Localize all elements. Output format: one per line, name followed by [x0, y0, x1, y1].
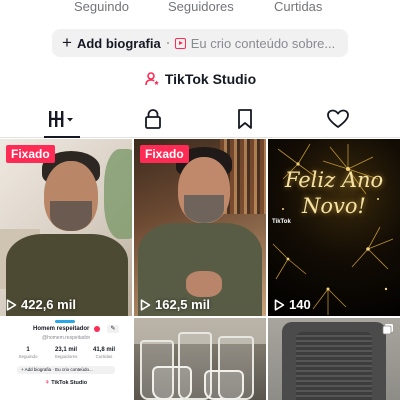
mini-bio-add: Add biografia: [24, 367, 52, 372]
add-bio-label: Add biografia: [76, 35, 161, 51]
tiktok-watermark: TikTok: [272, 219, 291, 225]
view-count: 140: [274, 297, 311, 312]
lock-icon: [145, 109, 161, 129]
tab-videos[interactable]: [37, 104, 87, 134]
mini-studio-label: ⚘ TikTok Studio: [0, 380, 132, 386]
view-count: 162,5 mil: [140, 297, 210, 312]
video-thumbnail-5[interactable]: [134, 318, 266, 400]
mini-stat-likes: 41,8 mil Curtidas: [89, 347, 119, 359]
studio-label: TikTok Studio: [164, 71, 257, 87]
separator-dot: [166, 42, 169, 44]
profile-tabs: [0, 100, 400, 138]
mini-stat-value: 23,1 mil: [54, 347, 77, 353]
mini-stat-value: 41,8 mil: [92, 347, 115, 353]
profile-stats: Seguindo Seguidores Curtidas: [0, 0, 400, 18]
mini-stat-value: 1: [26, 347, 30, 353]
play-icon: [274, 298, 285, 311]
active-tab-indicator: [44, 136, 80, 138]
video-thumbnail-3[interactable]: Feliz Ano Novo! TikTok 140: [268, 139, 400, 316]
tab-favorites[interactable]: [220, 104, 270, 134]
hands-shape: [186, 271, 222, 297]
mini-profile-name: Homem respeitador: [33, 326, 90, 332]
bio-row[interactable]: + Add biografia Eu crio conteúdo sobre..…: [52, 29, 348, 57]
mini-badge-dot: [94, 326, 100, 332]
mini-stat-label: Curtidas: [95, 354, 113, 359]
video-grid: Fixado 422,6 mil Fixado 162,5 mil Feliz …: [0, 139, 400, 400]
studio-person-icon: [145, 72, 159, 86]
new-year-text: Feliz Ano Novo!: [284, 168, 384, 218]
mini-stat-following: 1 Seguindo: [13, 347, 43, 359]
tab-private[interactable]: [128, 104, 178, 134]
tiktok-studio-link[interactable]: TikTok Studio: [0, 69, 400, 89]
chair-mesh-shape: [296, 332, 372, 400]
plus-icon: +: [62, 33, 72, 52]
tab-liked[interactable]: [313, 104, 363, 134]
beard-shape: [184, 195, 224, 223]
bio-suggestion[interactable]: Eu crio conteúdo sobre...: [174, 35, 336, 51]
play-icon: [6, 298, 17, 311]
view-count-text: 162,5 mil: [155, 297, 210, 312]
mini-stat-followers: 23,1 mil Seguidores: [51, 347, 81, 359]
video-thumbnail-1[interactable]: Fixado 422,6 mil: [0, 139, 132, 316]
view-count: 422,6 mil: [6, 297, 76, 312]
multi-photo-icon: [382, 324, 393, 335]
mini-bio-row: + Add biografia · Eu crio conteúdo...: [17, 366, 115, 374]
mini-edit-icon: ✎: [107, 325, 119, 333]
mini-studio-text: TikTok Studio: [51, 380, 88, 386]
play-icon: [140, 298, 151, 311]
video-thumbnail-2[interactable]: Fixado 162,5 mil: [134, 139, 266, 316]
fireworks-graphic: [272, 143, 394, 315]
pinned-badge: Fixado: [140, 145, 189, 163]
glass-shape: [204, 370, 244, 400]
mini-studio-icon: ⚘: [44, 380, 50, 386]
following-label[interactable]: Seguindo: [74, 0, 129, 14]
glass-shape: [152, 366, 192, 400]
grid-icon: [49, 111, 73, 127]
mini-avatar-ring: [55, 320, 75, 323]
view-count-text: 140: [289, 297, 311, 312]
plant-shape: [104, 149, 132, 239]
mini-stat-label: Seguidores: [54, 354, 78, 359]
heart-icon: [327, 109, 349, 128]
mini-profile-handle: @homem.respeitador: [42, 335, 91, 341]
likes-label: Curtidas: [274, 0, 323, 14]
bookmark-icon: [238, 109, 252, 129]
add-bio-button[interactable]: + Add biografia: [62, 33, 161, 52]
mini-stat-label: Seguindo: [18, 354, 38, 359]
video-icon: [174, 37, 186, 49]
bio-suggestion-text: Eu crio conteúdo sobre...: [190, 35, 336, 51]
pinned-badge: Fixado: [6, 145, 55, 163]
beard-shape: [50, 201, 92, 231]
mini-bio-promo: Eu crio conteúdo...: [55, 367, 93, 372]
video-thumbnail-6[interactable]: [268, 318, 400, 400]
view-count-text: 422,6 mil: [21, 297, 76, 312]
video-thumbnail-4[interactable]: Homem respeitador ✎ @homem.respeitador 1…: [0, 318, 132, 400]
followers-label[interactable]: Seguidores: [168, 0, 234, 14]
